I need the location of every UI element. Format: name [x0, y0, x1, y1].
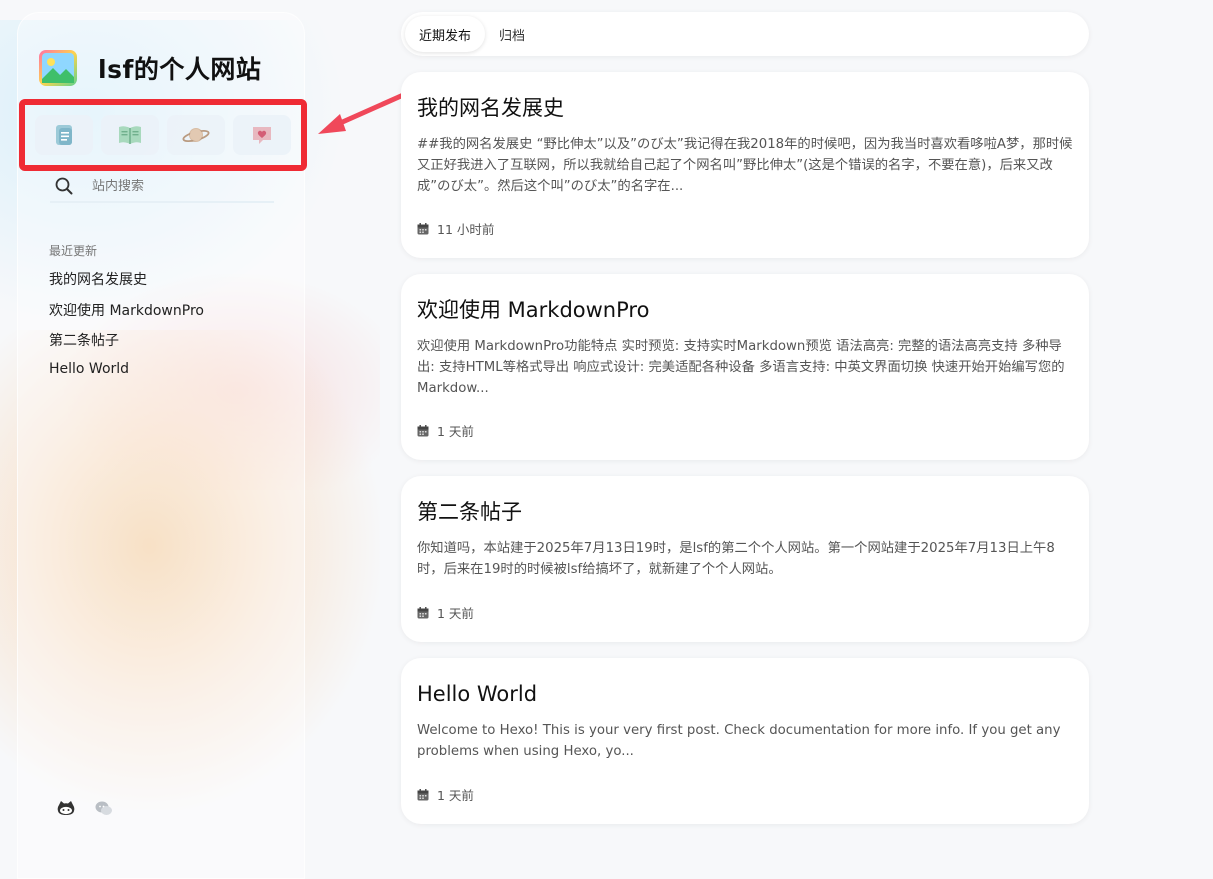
- post-excerpt: Welcome to Hexo! This is your very first…: [417, 723, 1061, 759]
- tab-recent[interactable]: 近期发布: [405, 16, 486, 52]
- social-links: [56, 799, 114, 819]
- recent-updates-list: 我的网名发展史 欢迎使用 MarkdownPro 第二条帖子 Hello Wor…: [49, 269, 204, 391]
- quick-nav-message-button[interactable]: [233, 115, 291, 155]
- search-icon[interactable]: [54, 176, 74, 196]
- quick-nav-planet-button[interactable]: [167, 115, 225, 155]
- post-meta: 11 小时前: [417, 219, 494, 238]
- post-card[interactable]: 第二条帖子 你知道吗，本站建于2025年7月13日19时，是lsf的第二个个人网…: [401, 476, 1089, 642]
- post-tabs: 近期发布 归档: [401, 12, 1089, 56]
- post-list: 我的网名发展史 ##我的网名发展史 “野比伸太”以及”のび太”我记得在我2018…: [401, 72, 1089, 840]
- post-title[interactable]: Hello World: [417, 678, 1073, 710]
- quick-nav-docs-button[interactable]: [35, 115, 93, 155]
- calendar-icon: [417, 606, 429, 618]
- tab-archive[interactable]: 归档: [485, 16, 539, 52]
- heart-chat-icon: [253, 127, 271, 144]
- post-title[interactable]: 第二条帖子: [417, 496, 1073, 528]
- site-logo-icon: [38, 49, 78, 87]
- chat-icon[interactable]: [94, 799, 114, 819]
- site-title: lsf的个人网站: [98, 55, 262, 84]
- search-input[interactable]: [92, 178, 262, 194]
- post-date: 1 天前: [437, 424, 474, 439]
- planet-icon: [182, 128, 210, 143]
- calendar-icon: [417, 788, 429, 800]
- quick-nav-highlighted: [19, 99, 307, 171]
- post-date: 11 小时前: [437, 222, 495, 237]
- quick-nav-book-button[interactable]: [101, 115, 159, 155]
- sidebar: lsf的个人网站 站内搜索 最近更新 我的网名发展史 欢迎使用 Markdown…: [17, 12, 307, 879]
- recent-item[interactable]: 第二条帖子: [49, 330, 204, 361]
- post-card[interactable]: Hello World Welcome to Hexo! This is you…: [401, 658, 1089, 824]
- post-title[interactable]: 我的网名发展史: [417, 92, 1073, 124]
- post-date: 1 天前: [437, 788, 474, 803]
- recent-item[interactable]: 欢迎使用 MarkdownPro: [49, 300, 204, 331]
- post-meta: 1 天前: [417, 785, 474, 804]
- brand[interactable]: lsf的个人网站: [38, 49, 261, 87]
- post-meta: 1 天前: [417, 603, 474, 622]
- calendar-icon: [417, 222, 429, 234]
- recent-item[interactable]: Hello World: [49, 361, 204, 392]
- post-date: 1 天前: [437, 606, 474, 621]
- post-title[interactable]: 欢迎使用 MarkdownPro: [417, 294, 1073, 326]
- recent-item[interactable]: 我的网名发展史: [49, 269, 204, 300]
- post-excerpt: 欢迎使用 MarkdownPro功能特点 实时预览: 支持实时Markdown预…: [417, 339, 1065, 396]
- post-meta: 1 天前: [417, 421, 474, 440]
- post-excerpt: 你知道吗，本站建于2025年7月13日19时，是lsf的第二个个人网站。第一个网…: [417, 541, 1055, 577]
- calendar-icon: [417, 424, 429, 436]
- recent-updates-heading: 最近更新: [49, 244, 98, 258]
- book-icon: [119, 126, 141, 144]
- github-icon[interactable]: [56, 799, 76, 819]
- document-icon: [56, 125, 72, 145]
- post-card[interactable]: 我的网名发展史 ##我的网名发展史 “野比伸太”以及”のび太”我记得在我2018…: [401, 72, 1089, 258]
- search-bar[interactable]: [50, 171, 274, 203]
- post-card[interactable]: 欢迎使用 MarkdownPro 欢迎使用 MarkdownPro功能特点 实时…: [401, 274, 1089, 460]
- post-excerpt: ##我的网名发展史 “野比伸太”以及”のび太”我记得在我2018年的时候吧，因为…: [417, 137, 1073, 194]
